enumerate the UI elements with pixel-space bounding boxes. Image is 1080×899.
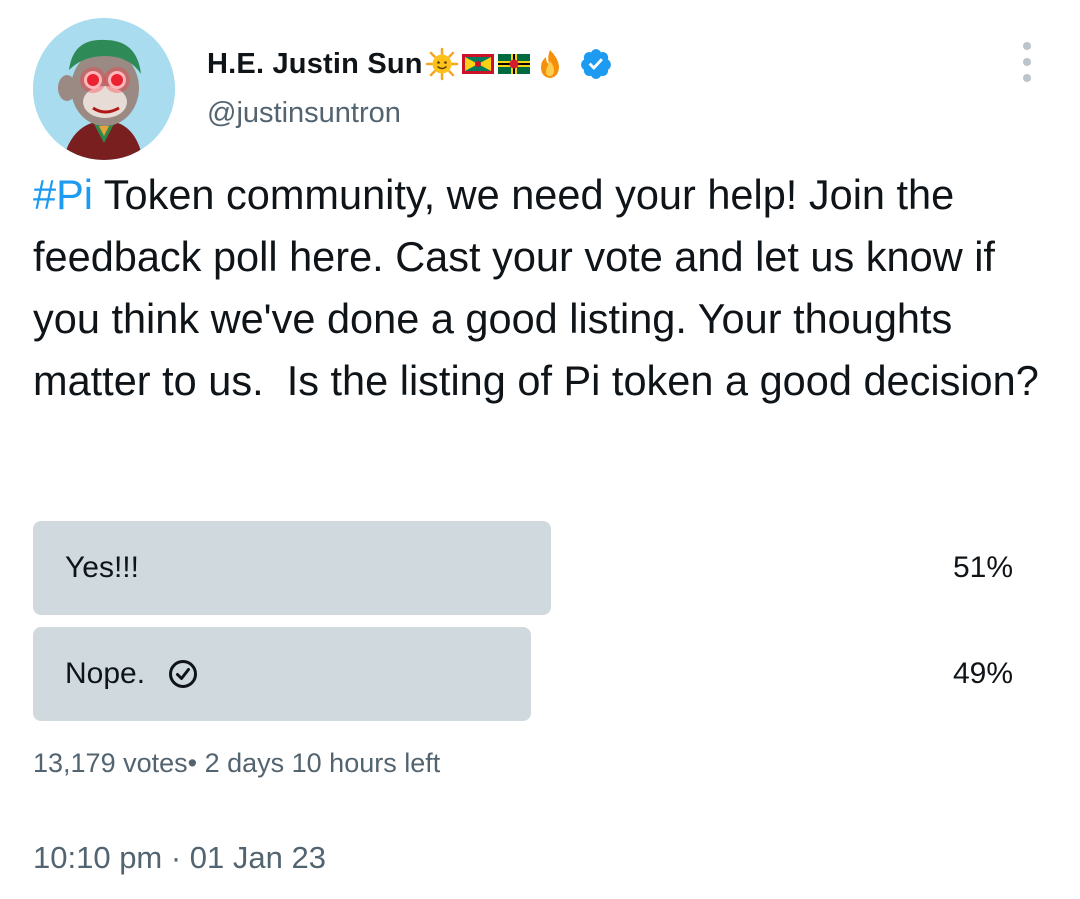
sun-emoji-icon	[425, 47, 459, 81]
poll-meta: 13,179 votes• 2 days 10 hours left	[33, 748, 440, 779]
more-dot-icon	[1023, 42, 1031, 50]
hashtag-link[interactable]: #Pi	[33, 171, 93, 218]
author-name-row[interactable]: H.E. Justin Sun	[207, 42, 613, 86]
poll-option-percent: 51%	[952, 551, 1013, 584]
poll-vote-count: 13,179 votes	[33, 748, 188, 778]
author-display-name[interactable]: H.E. Justin Sun	[207, 48, 423, 81]
poll-option-percent: 49%	[952, 657, 1013, 690]
dominica-flag-icon	[497, 47, 531, 81]
poll-option-nope: Nope. 49%	[33, 627, 1033, 721]
poll-option-label: Yes!!!	[65, 551, 139, 584]
tweet-timestamp[interactable]: 10:10 pm · 01 Jan 23	[33, 840, 326, 876]
more-options-button[interactable]	[1010, 42, 1044, 82]
more-dot-icon	[1023, 74, 1031, 82]
tweet-text: #Pi Token community, we need your help! …	[33, 164, 1053, 412]
poll-time-left: 2 days 10 hours left	[204, 748, 441, 778]
grenada-flag-icon	[461, 47, 495, 81]
fire-emoji-icon	[533, 47, 567, 81]
poll-meta-separator: •	[187, 748, 198, 778]
author-handle[interactable]: @justinsuntron	[207, 97, 401, 130]
tweet-body: Token community, we need your help! Join…	[33, 171, 1039, 404]
poll-option-yes: Yes!!! 51%	[33, 521, 1033, 615]
author-avatar[interactable]	[33, 18, 175, 160]
verified-badge-icon[interactable]	[579, 47, 613, 81]
ape-avatar-image	[33, 18, 175, 160]
more-dot-icon	[1023, 58, 1031, 66]
poll-option-label: Nope.	[65, 657, 146, 690]
voted-check-icon	[167, 658, 199, 690]
